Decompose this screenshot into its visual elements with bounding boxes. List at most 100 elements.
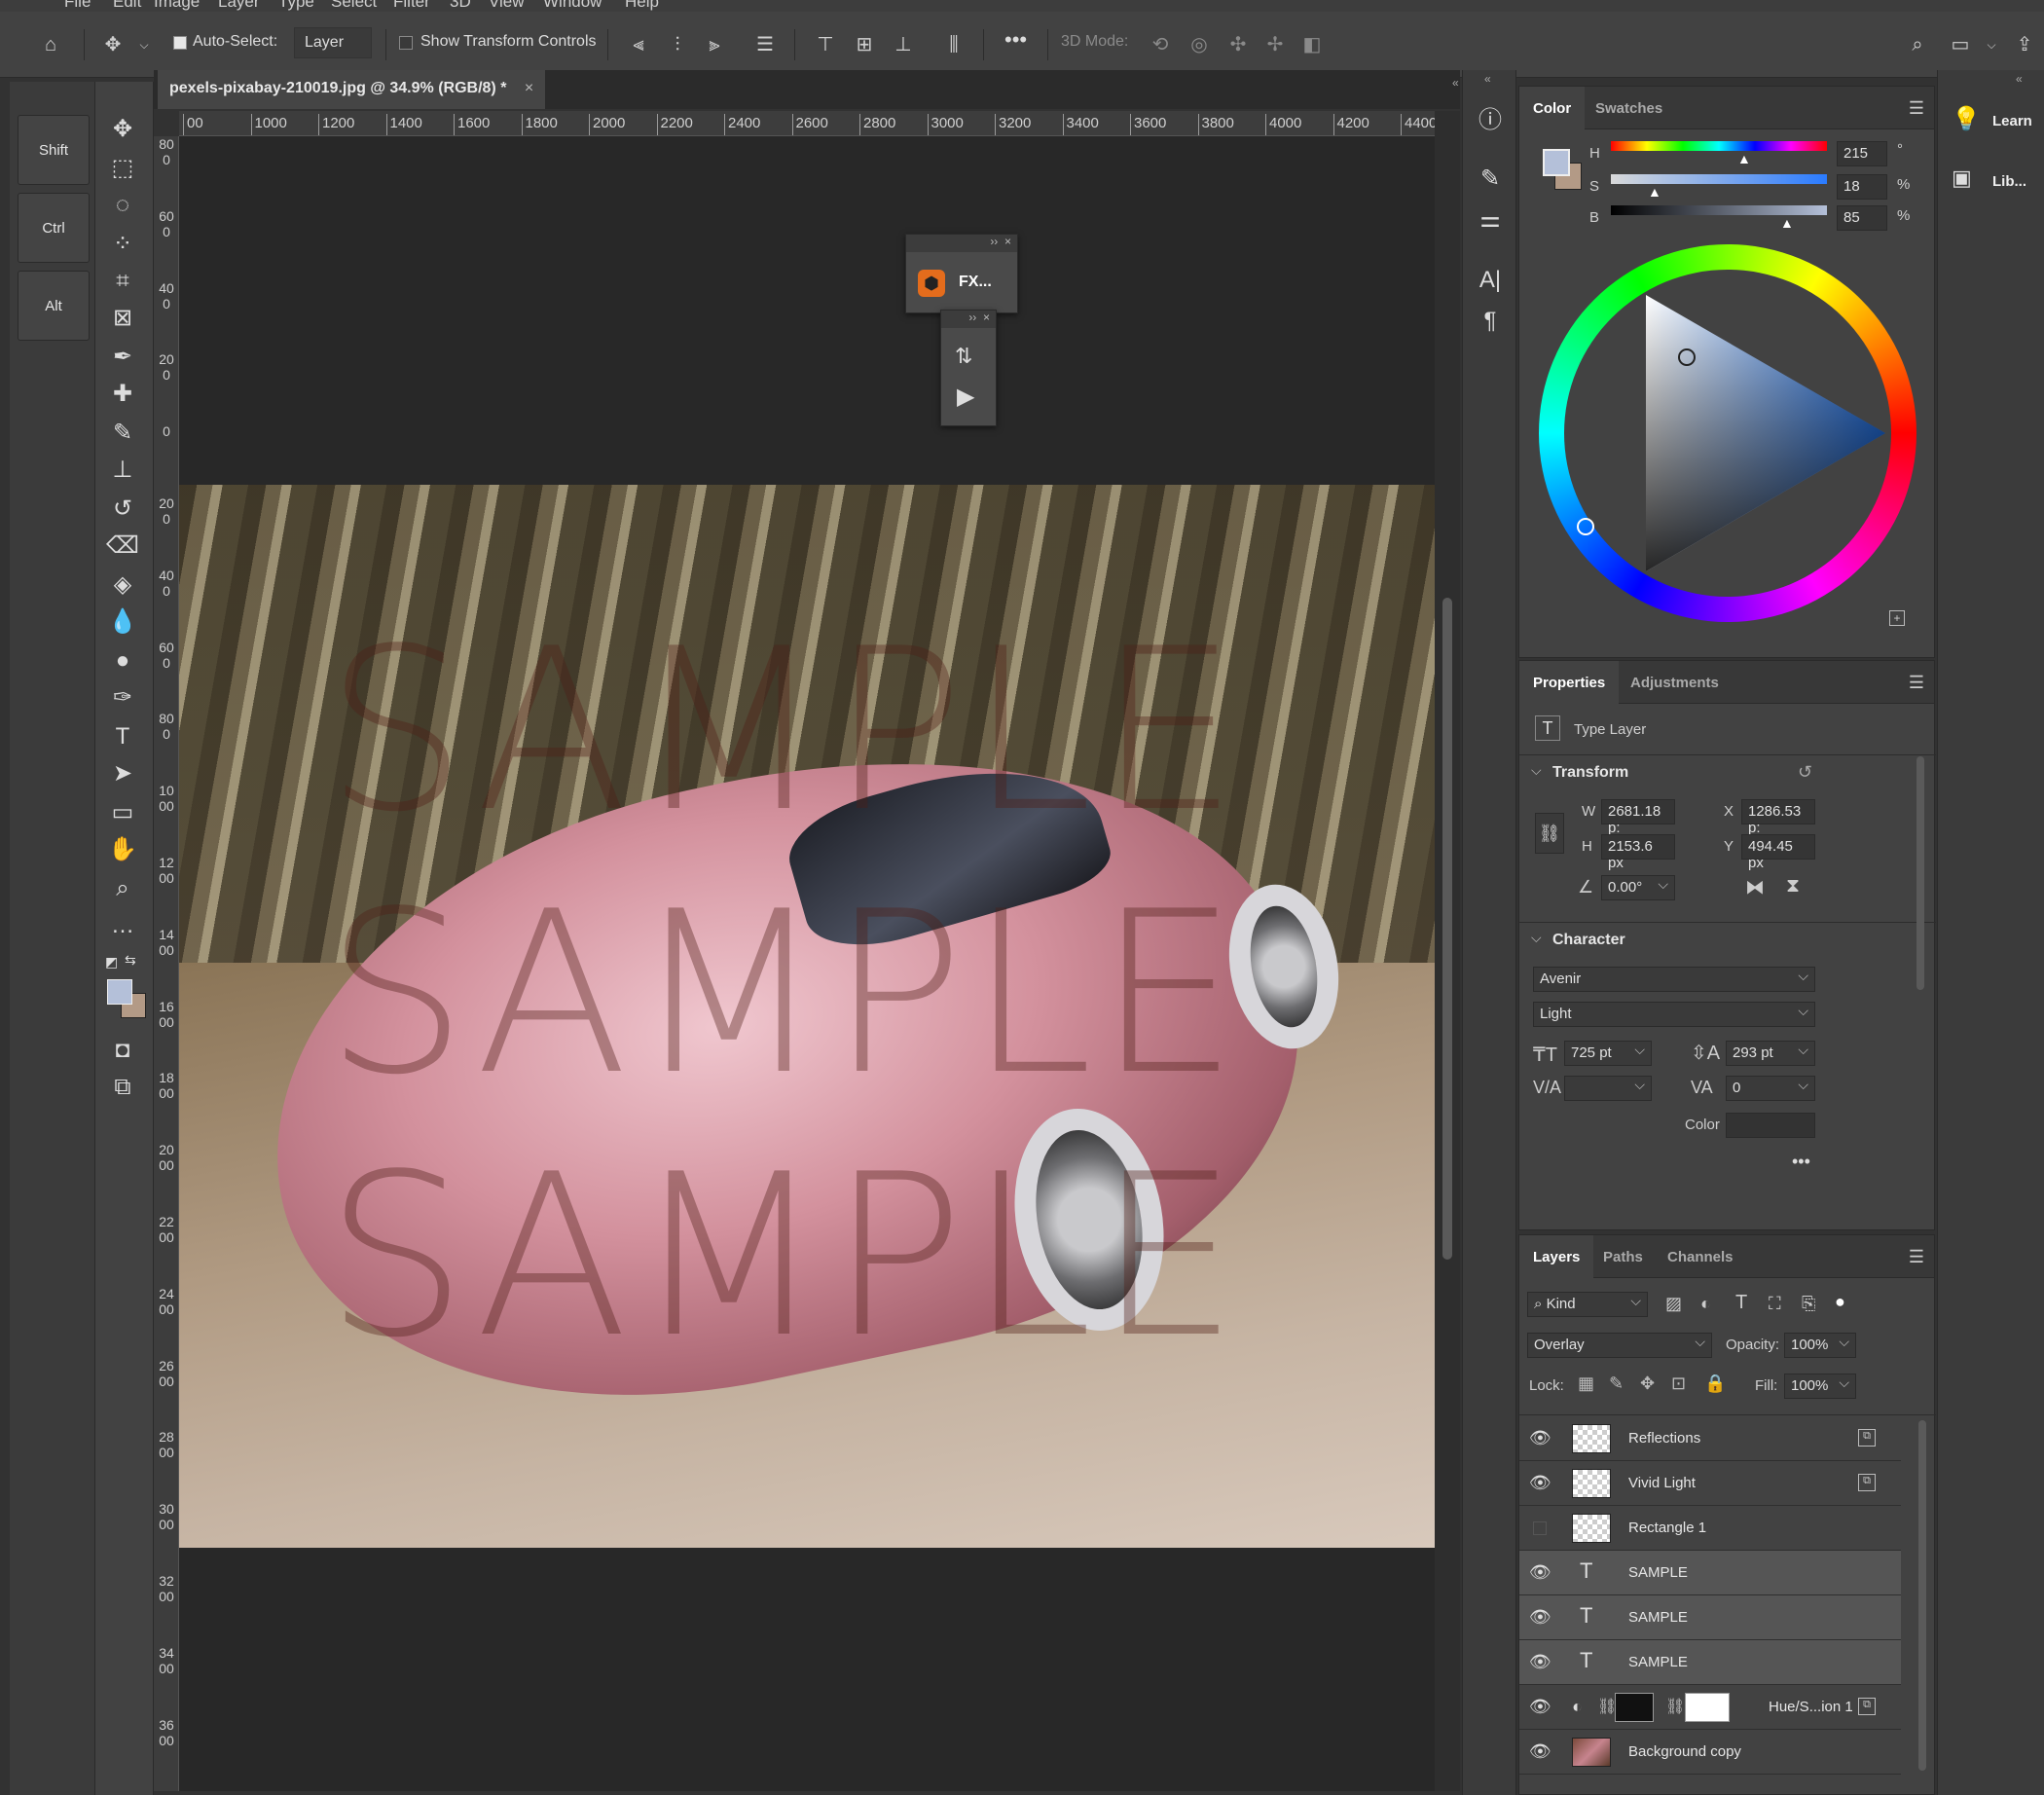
foreground-color-swatch[interactable]: [107, 979, 132, 1005]
fill-input[interactable]: 100%: [1784, 1374, 1856, 1399]
lock-position-icon[interactable]: ✥: [1640, 1374, 1655, 1394]
properties-scrollbar[interactable]: [1916, 756, 1924, 990]
eye-icon[interactable]: 👁: [1529, 1562, 1551, 1583]
hue-slider-handle[interactable]: ▲: [1737, 151, 1751, 166]
slide-3d-icon[interactable]: ✢: [1263, 33, 1287, 56]
panel-menu-icon[interactable]: ☰: [1909, 1247, 1924, 1267]
frame-tool-icon[interactable]: ⊠: [105, 302, 140, 335]
screen-mode-icon[interactable]: ⧉: [105, 1071, 140, 1104]
expand-icon[interactable]: +: [1889, 610, 1905, 626]
link-dimensions-icon[interactable]: ⛓: [1535, 813, 1564, 854]
tab-properties[interactable]: Properties: [1519, 661, 1620, 704]
workspace-icon[interactable]: ▭: [1949, 33, 1972, 56]
y-input[interactable]: 494.45 px: [1741, 834, 1815, 871]
pan-3d-icon[interactable]: ✣: [1226, 33, 1250, 56]
color-triangle[interactable]: [1539, 244, 1916, 622]
filter-kind-dropdown[interactable]: ⌕ Kind: [1527, 1292, 1648, 1317]
brightness-slider[interactable]: [1611, 205, 1827, 215]
eraser-tool-icon[interactable]: ⌫: [105, 530, 140, 563]
filter-smart-object-icon[interactable]: ⎘: [1802, 1294, 1815, 1314]
rectangle-tool-icon[interactable]: ▭: [105, 796, 140, 829]
eye-icon[interactable]: 👁: [1529, 1741, 1551, 1762]
angle-input[interactable]: 0.00°: [1601, 875, 1675, 900]
lock-all-icon[interactable]: 🔒: [1704, 1374, 1726, 1394]
layer-row[interactable]: Rectangle 1: [1519, 1506, 1901, 1551]
layer-row[interactable]: 👁 T SAMPLE: [1519, 1595, 1901, 1640]
info-icon[interactable]: ⓘ: [1475, 105, 1506, 136]
layer-mask-thumbnail[interactable]: [1685, 1693, 1730, 1722]
collapse-icon[interactable]: «: [1484, 72, 1491, 86]
hand-tool-icon[interactable]: ✋: [105, 833, 140, 866]
roll-3d-icon[interactable]: ◎: [1187, 33, 1211, 56]
blend-mode-dropdown[interactable]: Overlay: [1527, 1333, 1712, 1358]
close-icon[interactable]: ×: [525, 80, 533, 96]
menu-type[interactable]: Type: [278, 0, 314, 12]
layer-row[interactable]: 👁 Background copy: [1519, 1730, 1901, 1775]
align-center-icon[interactable]: ⫶: [666, 33, 689, 56]
filter-adjustment-icon[interactable]: ◐: [1700, 1294, 1711, 1314]
eye-icon[interactable]: 👁: [1529, 1473, 1551, 1493]
tab-adjustments[interactable]: Adjustments: [1630, 675, 1719, 691]
quick-select-tool-icon[interactable]: ⁘: [105, 228, 140, 261]
lock-transparency-icon[interactable]: ▦: [1578, 1374, 1594, 1394]
paint-bucket-tool-icon[interactable]: ◈: [105, 568, 140, 602]
lock-artboard-icon[interactable]: ⊡: [1671, 1374, 1686, 1394]
align-right-icon[interactable]: ⫸: [703, 33, 726, 56]
menu-select[interactable]: Select: [331, 0, 377, 12]
orbit-3d-icon[interactable]: ⟲: [1149, 33, 1172, 56]
history-actions-icon[interactable]: ⇅: [955, 344, 972, 369]
align-bottom-icon[interactable]: ⊥: [892, 33, 915, 56]
chevron-down-icon[interactable]: ⌵: [1531, 930, 1542, 946]
align-middle-icon[interactable]: ⊞: [853, 33, 876, 56]
auto-select-checkbox[interactable]: [173, 36, 187, 50]
panel-menu-icon[interactable]: ☰: [1909, 98, 1924, 119]
close-icon[interactable]: ×: [983, 311, 990, 324]
default-colors-icon[interactable]: ◩: [105, 954, 121, 970]
scroll-thumb[interactable]: [1442, 598, 1452, 1260]
lock-pixels-icon[interactable]: ✎: [1609, 1374, 1624, 1394]
auto-select-dropdown[interactable]: Layer: [294, 27, 372, 58]
type-tool-icon[interactable]: T: [105, 720, 140, 753]
collapse-icon[interactable]: ››: [990, 235, 998, 248]
marquee-tool-icon[interactable]: ⬚: [105, 152, 140, 185]
dodge-tool-icon[interactable]: ●: [105, 644, 140, 678]
camera-3d-icon[interactable]: ◧: [1300, 33, 1324, 56]
play-icon[interactable]: ▶: [957, 383, 974, 411]
document-tab[interactable]: pexels-pixabay-210019.jpg @ 34.9% (RGB/8…: [158, 70, 546, 109]
height-input[interactable]: 2153.6 px: [1601, 834, 1675, 871]
brush-tool-icon[interactable]: ✎: [105, 417, 140, 450]
eye-icon[interactable]: 👁: [1529, 1652, 1551, 1672]
panel-menu-icon[interactable]: ☰: [1909, 673, 1924, 693]
libraries-label[interactable]: Lib...: [1992, 173, 2026, 190]
tab-color[interactable]: Color: [1519, 87, 1586, 129]
h-value-input[interactable]: 215: [1837, 141, 1887, 166]
leading-input[interactable]: 293 pt: [1726, 1041, 1815, 1066]
quick-mask-icon[interactable]: ◘: [105, 1034, 140, 1067]
collapse-icon[interactable]: «: [2016, 72, 2023, 86]
layer-row[interactable]: 👁 Reflections ⧉: [1519, 1416, 1901, 1461]
layer-mask-thumbnail[interactable]: [1615, 1693, 1654, 1722]
swap-colors-icon[interactable]: ⇆: [125, 952, 140, 968]
menu-filter[interactable]: Filter: [393, 0, 430, 12]
visibility-off-box[interactable]: [1533, 1521, 1547, 1535]
filter-pixel-icon[interactable]: ▨: [1665, 1294, 1682, 1314]
layer-row[interactable]: 👁 T SAMPLE: [1519, 1640, 1901, 1685]
foreground-color-swatch[interactable]: [1543, 149, 1570, 176]
path-select-tool-icon[interactable]: ➤: [105, 757, 140, 790]
more-options-button[interactable]: •••: [1004, 27, 1027, 53]
learn-label[interactable]: Learn: [1992, 113, 2032, 129]
width-input[interactable]: 2681.18 p:: [1601, 799, 1675, 836]
menu-view[interactable]: View: [489, 0, 525, 12]
history-brush-tool-icon[interactable]: ↺: [105, 493, 140, 526]
brush-settings-icon[interactable]: ✎: [1475, 164, 1506, 195]
layers-scrollbar[interactable]: [1918, 1420, 1926, 1771]
collapse-icon[interactable]: «: [1452, 76, 1460, 90]
hue-slider[interactable]: [1611, 141, 1827, 151]
saturation-slider[interactable]: [1611, 174, 1827, 184]
filter-shape-icon[interactable]: ⛶: [1769, 1294, 1781, 1314]
menu-edit[interactable]: Edit: [113, 0, 141, 12]
chevron-down-icon[interactable]: ⌵: [1980, 33, 2003, 56]
menu-window[interactable]: Window: [543, 0, 602, 12]
lightbulb-icon[interactable]: 💡: [1952, 105, 1981, 133]
text-color-swatch[interactable]: [1726, 1113, 1815, 1138]
